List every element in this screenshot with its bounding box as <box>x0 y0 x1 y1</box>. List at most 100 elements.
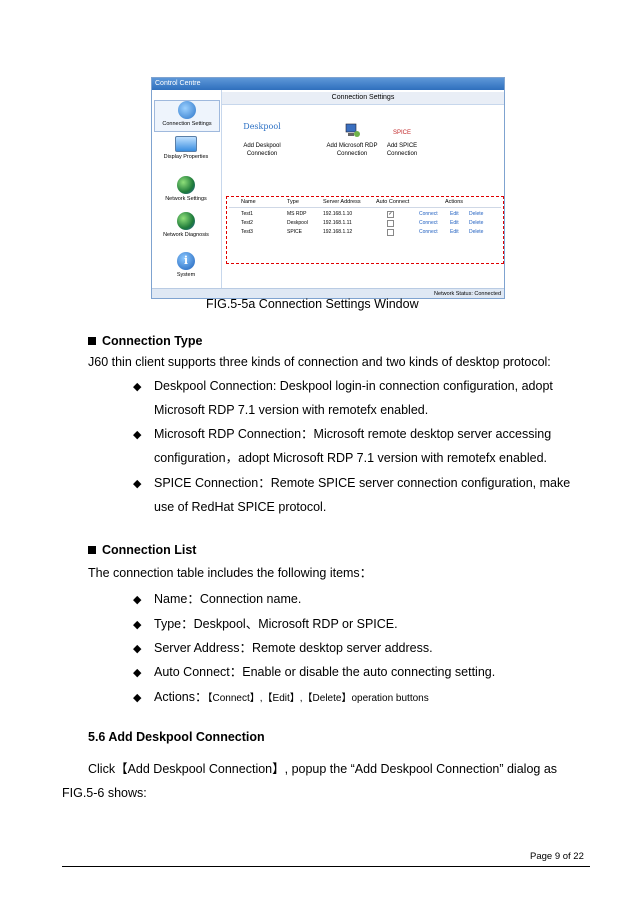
connection-table: Name Type Server Address Auto Connect Ac… <box>226 196 504 264</box>
edit-link[interactable]: Edit <box>450 211 459 217</box>
bullet-item: ◆ Name：Connection name. <box>133 591 302 607</box>
sidebar-item-label: Connection Settings <box>162 121 212 127</box>
sidebar-item-connection-settings[interactable]: Connection Settings <box>154 100 220 132</box>
square-bullet-icon <box>88 546 96 554</box>
square-bullet-icon <box>88 337 96 345</box>
diamond-bullet-icon: ◆ <box>133 381 142 393</box>
add-deskpool-button[interactable]: Deskpool Add Deskpool Connection <box>232 123 292 158</box>
row-name: Test2 <box>241 220 253 226</box>
row-address: 192.168.1.11 <box>323 220 352 226</box>
row-type: Deskpool <box>287 220 308 226</box>
diamond-bullet-icon: ◆ <box>133 429 142 441</box>
sidebar-item-network-diagnosis[interactable]: Network Diagnosis <box>154 212 218 238</box>
diamond-bullet-icon: ◆ <box>133 594 142 606</box>
table-row: Test1 MS RDP 192.168.1.10 ✓ Connect Edit… <box>227 210 503 219</box>
col-header-name: Name <box>241 199 256 205</box>
delete-link[interactable]: Delete <box>469 229 483 235</box>
sidebar-item-network-settings[interactable]: Network Settings <box>154 176 218 202</box>
connect-link[interactable]: Connect <box>419 229 438 235</box>
diamond-bullet-icon: ◆ <box>133 643 142 655</box>
header-divider <box>229 207 501 208</box>
bullet-item: ◆ Deskpool Connection: Deskpool login-in … <box>133 378 553 394</box>
row-type: MS RDP <box>287 211 307 217</box>
footer-rule <box>62 866 590 867</box>
section-heading-connection-type: Connection Type <box>88 334 202 348</box>
diamond-bullet-icon: ◆ <box>133 619 142 631</box>
figure-caption: FIG.5-5a Connection Settings Window <box>206 297 419 311</box>
bullet-continuation: use of RedHat SPICE protocol. <box>154 500 327 514</box>
col-header-actions: Actions <box>445 199 464 205</box>
deskpool-logo: Deskpool <box>243 122 281 131</box>
delete-link[interactable]: Delete <box>469 220 483 226</box>
sidebar-item-label: Network Diagnosis <box>163 232 209 238</box>
heading-text: Connection Type <box>102 334 203 348</box>
bullet-text: Name：Connection name. <box>154 592 302 606</box>
spice-logo: SPICE <box>392 130 411 136</box>
diamond-bullet-icon: ◆ <box>133 692 142 704</box>
control-centre-window: Control Centre Connection Settings Displ… <box>151 77 505 299</box>
bullet-item: ◆ Type：Deskpool、Microsoft RDP or SPICE. <box>133 616 398 632</box>
bullet-text: Deskpool Connection: Deskpool login-in c… <box>154 379 553 393</box>
diagnosis-globe-icon <box>177 212 195 230</box>
table-row: Test3 SPICE 192.168.1.12 Connect Edit De… <box>227 228 503 237</box>
row-address: 192.168.1.10 <box>323 211 353 217</box>
page-number: Page 9 of 22 <box>530 851 584 862</box>
row-name: Test1 <box>241 211 253 217</box>
auto-connect-checkbox[interactable] <box>387 220 394 227</box>
sidebar-item-system[interactable]: i System <box>154 252 218 278</box>
edit-link[interactable]: Edit <box>450 220 459 226</box>
section-heading-add-deskpool: 5.6 Add Deskpool Connection <box>88 730 265 744</box>
heading-text: Connection List <box>102 543 197 557</box>
bullet-item: ◆ Server Address：Remote desktop server ad… <box>133 640 433 656</box>
sidebar-item-label: System <box>176 272 196 278</box>
content-panel: Connection Settings Deskpool Add Deskpoo… <box>222 90 504 288</box>
connect-link[interactable]: Connect <box>419 220 438 226</box>
bullet-item: ◆ SPICE Connection：Remote SPICE server co… <box>133 475 571 491</box>
paragraph: J60 thin client supports three kinds of … <box>88 355 551 369</box>
paragraph-continuation: FIG.5-6 shows: <box>62 786 147 800</box>
bullet-text: Microsoft RDP Connection：Microsoft remot… <box>154 427 552 441</box>
sidebar-item-label: Display Properties <box>163 154 209 160</box>
bullet-item: ◆ Microsoft RDP Connection：Microsoft remo… <box>133 426 552 442</box>
content-title: Connection Settings <box>222 92 504 105</box>
col-header-auto: Auto Connect <box>376 199 410 205</box>
row-type: SPICE <box>287 229 303 235</box>
bullet-text: Server Address：Remote desktop server add… <box>154 641 433 655</box>
bullet-text: Type：Deskpool、Microsoft RDP or SPICE. <box>154 617 398 631</box>
bullet-text: Actions： <box>154 690 208 704</box>
sidebar-item-display-properties[interactable]: Display Properties <box>154 136 218 160</box>
bullet-item: ◆ Actions：【Connect】,【Edit】,【Delete】operat… <box>133 689 429 707</box>
add-button-label: Add SPICE Connection <box>386 143 418 157</box>
diamond-bullet-icon: ◆ <box>133 667 142 679</box>
auto-connect-checkbox[interactable]: ✓ <box>387 211 394 218</box>
paragraph: The connection table includes the follow… <box>88 566 373 580</box>
row-address: 192.168.1.12 <box>323 229 353 235</box>
add-button-label: Add Deskpool Connection <box>243 143 281 157</box>
bullet-text: SPICE Connection：Remote SPICE server con… <box>154 476 571 490</box>
info-icon: i <box>177 252 195 270</box>
col-header-address: Server Address <box>323 199 361 205</box>
connection-settings-icon <box>178 101 196 119</box>
bullet-continuation: configuration，adopt Microsoft RDP 7.1 ve… <box>154 451 548 465</box>
section-heading-connection-list: Connection List <box>88 543 196 557</box>
table-row: Test2 Deskpool 192.168.1.11 Connect Edit… <box>227 219 503 228</box>
bullet-continuation: Microsoft RDP 7.1 version with remotefx … <box>154 403 429 417</box>
sidebar: Connection Settings Display Properties N… <box>152 90 222 288</box>
row-name: Test3 <box>241 229 253 235</box>
bullet-item: ◆ Auto Connect：Enable or disable the auto… <box>133 664 496 680</box>
display-icon <box>175 136 197 152</box>
bullet-text-small: 【Connect】,【Edit】,【Delete】operation butto… <box>207 693 429 704</box>
paragraph: Click【Add Deskpool Connection】, popup th… <box>88 762 558 776</box>
connect-link[interactable]: Connect <box>419 211 438 217</box>
edit-link[interactable]: Edit <box>450 229 459 235</box>
add-spice-button[interactable]: SPICE Add SPICE Connection <box>372 123 432 158</box>
bullet-text: Auto Connect：Enable or disable the auto … <box>154 665 496 679</box>
sidebar-item-label: Network Settings <box>165 196 207 202</box>
col-header-type: Type <box>287 199 299 205</box>
add-button-label: Add Microsoft RDP Connection <box>326 143 378 157</box>
window-title: Control Centre <box>152 78 504 90</box>
delete-link[interactable]: Delete <box>469 211 483 217</box>
auto-connect-checkbox[interactable] <box>387 229 394 236</box>
network-globe-icon <box>177 176 195 194</box>
diamond-bullet-icon: ◆ <box>133 478 142 490</box>
